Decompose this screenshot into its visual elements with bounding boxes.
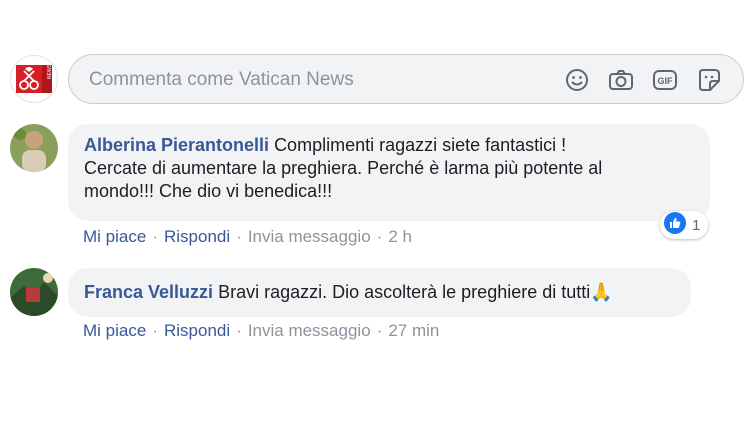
emoji-icon[interactable] bbox=[563, 66, 593, 94]
separator: · bbox=[236, 321, 242, 340]
reply-link[interactable]: Rispondi bbox=[164, 227, 230, 247]
comment-text: Bravi ragazzi. Dio ascolterà le preghier… bbox=[218, 282, 591, 302]
separator: · bbox=[152, 227, 158, 246]
reply-link[interactable]: Rispondi bbox=[164, 321, 230, 341]
separator: · bbox=[236, 227, 242, 246]
news-label: NEWS bbox=[47, 63, 53, 79]
like-icon bbox=[664, 212, 686, 238]
gif-label: GIF bbox=[658, 76, 674, 86]
comment-timestamp[interactable]: 27 min bbox=[388, 321, 439, 341]
composer-toolbar: GIF bbox=[563, 66, 725, 94]
comment-actions: Mi piace · Rispondi · Invia messaggio · … bbox=[83, 321, 439, 341]
send-message-link[interactable]: Invia messaggio bbox=[248, 321, 371, 341]
avatar[interactable] bbox=[10, 124, 58, 172]
separator: · bbox=[152, 321, 158, 340]
separator: · bbox=[376, 321, 383, 340]
comment-text-line: Complimenti ragazzi siete fantastici ! bbox=[274, 135, 567, 155]
comment-author[interactable]: Franca Velluzzi bbox=[84, 282, 213, 302]
comment-input[interactable]: Commenta come Vatican News GIF bbox=[68, 54, 744, 104]
gif-icon[interactable]: GIF bbox=[651, 66, 681, 94]
comment-placeholder: Commenta come Vatican News bbox=[89, 69, 354, 90]
praying-hands-icon: 🙏 bbox=[590, 282, 613, 302]
comment-bubble: Alberina Pierantonelli Complimenti ragaz… bbox=[68, 124, 710, 221]
reaction-badge[interactable]: 1 bbox=[660, 211, 709, 239]
reaction-count: 1 bbox=[692, 216, 701, 234]
send-message-link[interactable]: Invia messaggio bbox=[248, 227, 371, 247]
separator: · bbox=[376, 227, 383, 246]
comment-bubble: Franca Velluzzi Bravi ragazzi. Dio ascol… bbox=[68, 268, 691, 317]
camera-icon[interactable] bbox=[607, 66, 637, 94]
comment-author[interactable]: Alberina Pierantonelli bbox=[84, 135, 269, 155]
comment-timestamp[interactable]: 2 h bbox=[388, 227, 412, 247]
like-link[interactable]: Mi piace bbox=[83, 321, 146, 341]
like-link[interactable]: Mi piace bbox=[83, 227, 146, 247]
avatar[interactable] bbox=[10, 268, 58, 316]
sticker-icon[interactable] bbox=[695, 66, 725, 94]
vatican-news-logo-icon: NEWS bbox=[16, 63, 53, 93]
page-avatar[interactable]: NEWS bbox=[10, 55, 58, 103]
comment-text-line: Cercate di aumentare la preghiera. Perch… bbox=[84, 158, 603, 178]
comment-actions: Mi piace · Rispondi · Invia messaggio · … bbox=[83, 227, 412, 247]
comment-text-line: mondo!!! Che dio vi benedica!!! bbox=[84, 181, 333, 201]
